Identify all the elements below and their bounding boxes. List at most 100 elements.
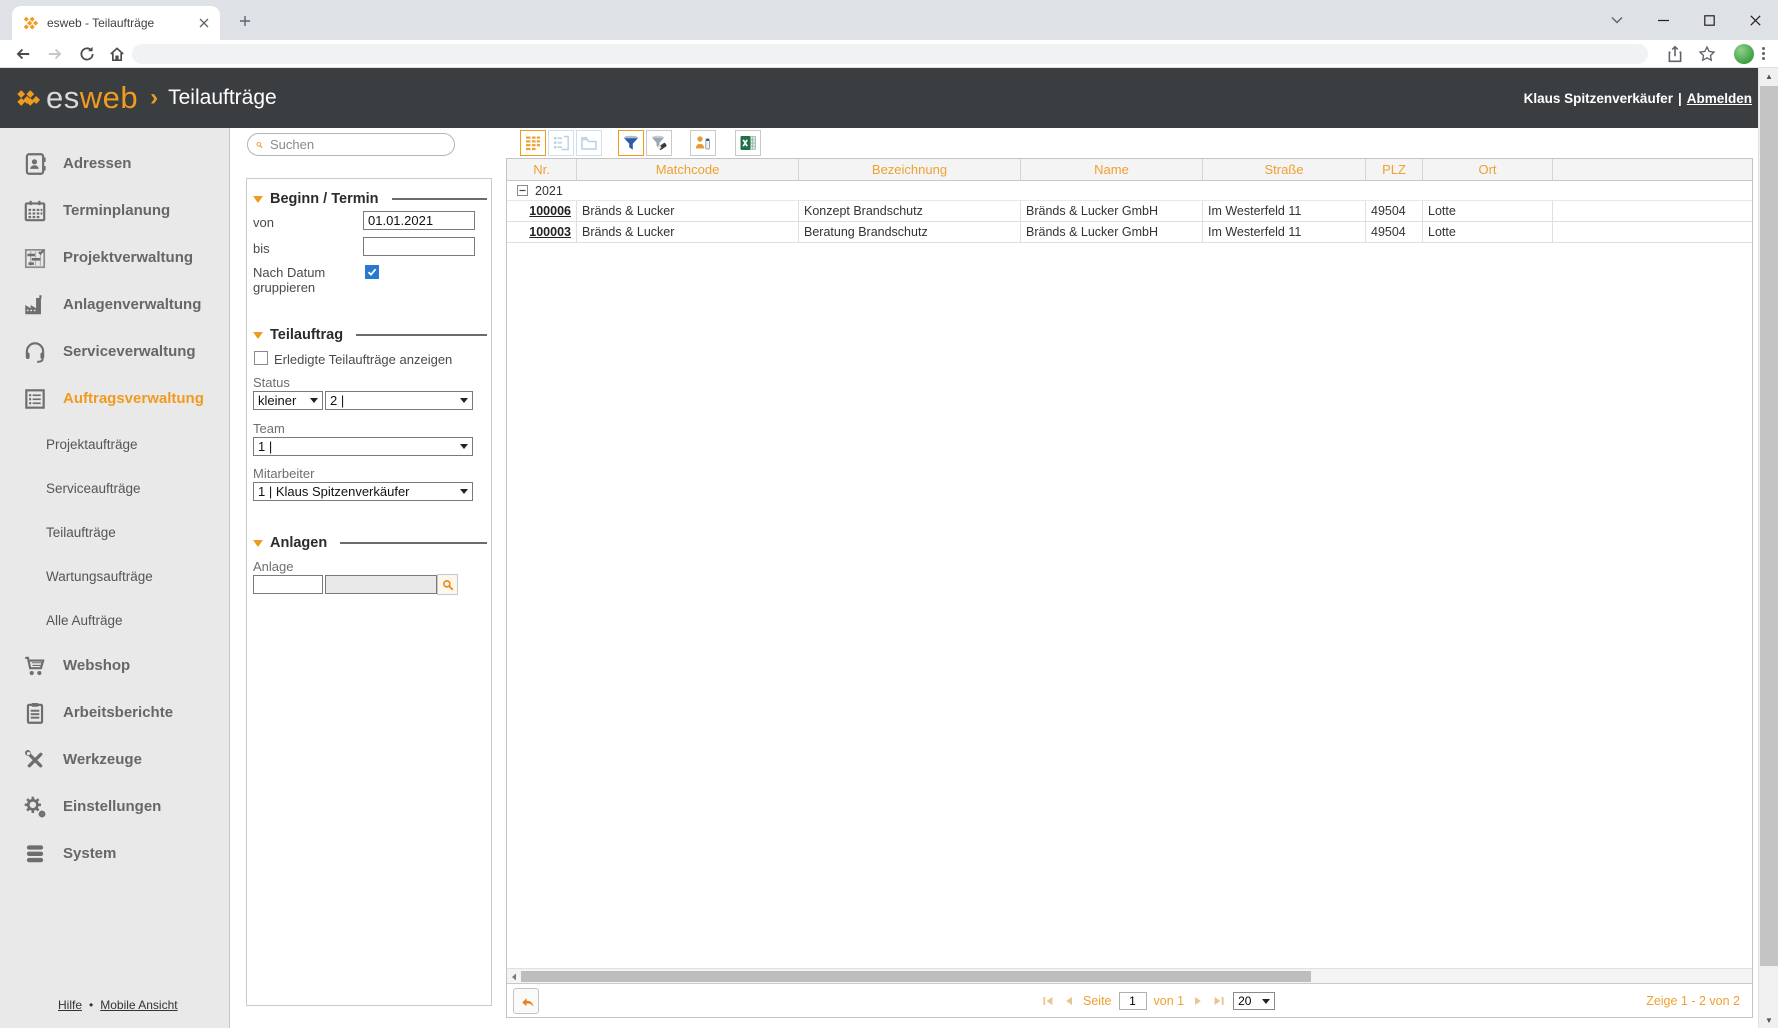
group-by-date-label-2: gruppieren — [253, 280, 315, 295]
order-list-icon — [22, 386, 48, 412]
order-nr-link[interactable]: 100003 — [512, 222, 571, 242]
factory-icon — [22, 292, 48, 318]
grid-footer: Seite von 1 20 Zeige 1 - 2 von 2 — [507, 983, 1752, 1017]
anlage-name-input[interactable] — [325, 575, 437, 594]
status-value-select[interactable]: 2 | — [325, 391, 473, 410]
clipboard-icon — [22, 700, 48, 726]
sidebar-item-terminplanung[interactable]: Terminplanung — [0, 187, 229, 234]
tab-close-icon[interactable] — [195, 15, 212, 32]
sidebar-item-anlagenverwaltung[interactable]: Anlagenverwaltung — [0, 281, 229, 328]
view-list-button[interactable] — [548, 130, 574, 156]
filter-blue-icon — [622, 134, 640, 152]
logout-link[interactable]: Abmelden — [1687, 91, 1752, 106]
column-header-nr[interactable]: Nr. — [507, 159, 577, 180]
sidebar-item-system[interactable]: System — [0, 830, 229, 877]
grid-horizontal-scrollbar[interactable] — [507, 968, 1752, 983]
anlage-nr-input[interactable] — [253, 575, 323, 594]
browser-dropdown-icon[interactable] — [1594, 0, 1640, 40]
sidebar-item-auftragsverwaltung[interactable]: Auftragsverwaltung — [0, 375, 229, 422]
view-cards-button[interactable] — [576, 130, 602, 156]
sidebar-item-werkzeuge[interactable]: Werkzeuge — [0, 736, 229, 783]
url-input[interactable] — [132, 44, 1648, 64]
back-icon[interactable] — [14, 45, 32, 63]
v-scroll-thumb[interactable] — [1760, 86, 1778, 966]
column-header-bezeichnung[interactable]: Bezeichnung — [799, 159, 1021, 180]
bis-date-input[interactable] — [363, 237, 475, 256]
scroll-left-icon[interactable] — [510, 973, 518, 981]
browser-profile-avatar[interactable] — [1734, 44, 1754, 64]
group-row-2021[interactable]: 2021 — [507, 181, 1752, 201]
excel-export-button[interactable] — [735, 130, 761, 156]
erledigte-checkbox[interactable] — [254, 351, 268, 365]
column-header-name[interactable]: Name — [1021, 159, 1203, 180]
home-icon[interactable] — [108, 45, 126, 63]
sidebar-item-serviceverwaltung[interactable]: Serviceverwaltung — [0, 328, 229, 375]
prev-page-icon[interactable] — [1062, 994, 1076, 1008]
assign-user-button[interactable] — [690, 130, 716, 156]
sidebar-item-adressen[interactable]: Adressen — [0, 140, 229, 187]
sidebar-subitem-teilauftraege[interactable]: Teilaufträge — [0, 510, 229, 554]
column-header-plz[interactable]: PLZ — [1366, 159, 1423, 180]
sidebar-item-webshop[interactable]: Webshop — [0, 642, 229, 689]
filter-clear-button[interactable] — [646, 130, 672, 156]
browser-tab[interactable]: esweb - Teilaufträge — [12, 6, 220, 40]
user-name: Klaus Spitzenverkäufer — [1524, 91, 1673, 106]
group-by-date-checkbox[interactable] — [365, 265, 379, 279]
browser-menu-icon[interactable] — [1762, 47, 1765, 60]
new-tab-button[interactable] — [234, 10, 256, 32]
page-number-input[interactable] — [1119, 992, 1147, 1010]
column-header-matchcode[interactable]: Matchcode — [577, 159, 799, 180]
section-beginn-termin[interactable]: Beginn / Termin — [253, 191, 487, 207]
minimize-icon[interactable] — [1640, 0, 1686, 40]
cell-bezeichnung: Konzept Brandschutz — [799, 201, 1021, 222]
cell-strasse: Im Westerfeld 11 — [1203, 222, 1366, 243]
first-page-icon[interactable] — [1041, 994, 1055, 1008]
mobile-view-link[interactable]: Mobile Ansicht — [100, 998, 177, 1012]
table-row[interactable]: 100003 Bränds & Lucker Beratung Brandsch… — [507, 222, 1752, 243]
calendar-icon — [22, 198, 48, 224]
close-icon[interactable] — [1732, 0, 1778, 40]
reset-button[interactable] — [513, 988, 539, 1014]
section-teilauftrag[interactable]: Teilauftrag — [253, 327, 487, 343]
filter-clear-icon — [650, 134, 668, 152]
page-size-select[interactable]: 20 — [1233, 992, 1275, 1010]
sidebar-item-einstellungen[interactable]: Einstellungen — [0, 783, 229, 830]
next-page-icon[interactable] — [1191, 994, 1205, 1008]
von-date-input[interactable] — [363, 211, 475, 230]
sidebar-item-projektverwaltung[interactable]: Projektverwaltung — [0, 234, 229, 281]
chevron-down-icon — [1262, 999, 1270, 1004]
help-link[interactable]: Hilfe — [58, 998, 82, 1012]
sidebar-item-arbeitsberichte[interactable]: Arbeitsberichte — [0, 689, 229, 736]
esweb-logo[interactable]: esweb › Teilaufträge — [16, 68, 277, 128]
sidebar-subitem-wartungsauftraege[interactable]: Wartungsaufträge — [0, 554, 229, 598]
view-grid-button[interactable] — [520, 130, 546, 156]
table-row[interactable]: 100006 Bränds & Lucker Konzept Brandschu… — [507, 201, 1752, 222]
column-header-strasse[interactable]: Straße — [1203, 159, 1366, 180]
chevron-down-icon — [460, 398, 468, 403]
window-controls — [1594, 0, 1778, 40]
anlage-search-button[interactable] — [437, 574, 458, 595]
section-anlagen[interactable]: Anlagen — [253, 535, 487, 551]
last-page-icon[interactable] — [1212, 994, 1226, 1008]
scroll-down-icon[interactable]: ▼ — [1759, 1012, 1778, 1028]
sidebar-subitem-serviceauftraege[interactable]: Serviceaufträge — [0, 466, 229, 510]
collapse-triangle-icon — [253, 196, 263, 203]
sidebar-subitem-projektauftraege[interactable]: Projektaufträge — [0, 422, 229, 466]
h-scroll-thumb[interactable] — [521, 971, 1311, 982]
forward-icon[interactable] — [46, 45, 64, 63]
mitarbeiter-select[interactable]: 1 | Klaus Spitzenverkäufer — [253, 482, 473, 501]
column-header-ort[interactable]: Ort — [1423, 159, 1553, 180]
browser-vertical-scrollbar[interactable]: ▲ ▼ — [1758, 68, 1778, 1028]
order-nr-link[interactable]: 100006 — [512, 201, 571, 221]
reload-icon[interactable] — [78, 45, 96, 63]
search-input[interactable] — [270, 137, 446, 152]
bookmark-star-icon[interactable] — [1698, 45, 1716, 63]
share-icon[interactable] — [1666, 45, 1684, 63]
status-operator-select[interactable]: kleiner — [253, 391, 323, 410]
maximize-icon[interactable] — [1686, 0, 1732, 40]
filter-apply-button[interactable] — [618, 130, 644, 156]
scroll-up-icon[interactable]: ▲ — [1759, 68, 1778, 84]
sidebar-subitem-alle-auftraege[interactable]: Alle Aufträge — [0, 598, 229, 642]
team-select[interactable]: 1 | — [253, 437, 473, 456]
collapse-group-icon[interactable] — [517, 185, 528, 196]
